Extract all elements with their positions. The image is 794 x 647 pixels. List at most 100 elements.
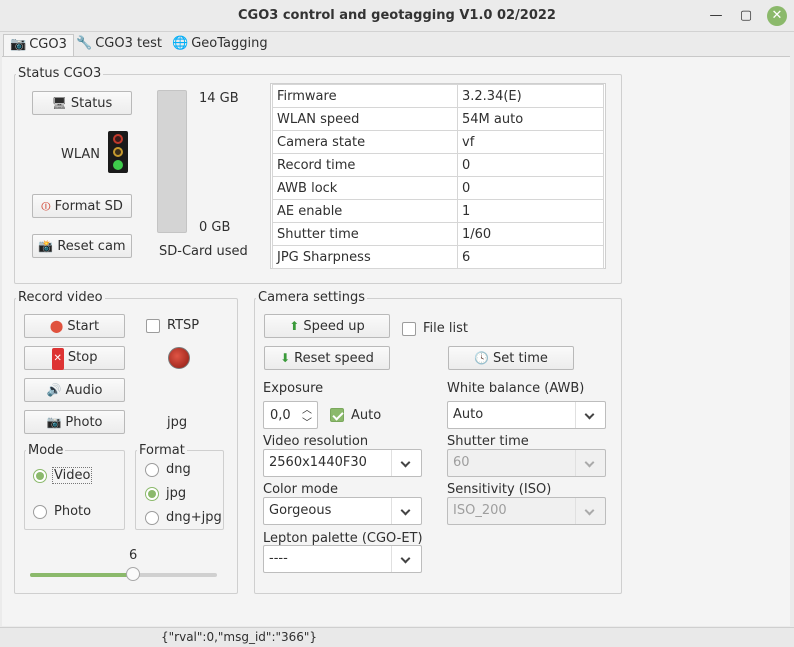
start-button[interactable]: ⬤ Start — [24, 314, 125, 338]
iso-select[interactable]: ISO_200 — [447, 497, 606, 525]
format-dngjpg-label: dng+jpg — [166, 510, 222, 525]
mode-video-radio[interactable] — [33, 469, 47, 483]
property-row: JPG Sharpness 6 — [272, 245, 604, 269]
tab-cgo3[interactable]: 📷 CGO3 — [3, 34, 74, 57]
camera-icon: 📷 — [10, 37, 27, 52]
white-balance-select[interactable]: Auto — [447, 401, 606, 429]
speed-up-button[interactable]: ⬆ Speed up — [264, 314, 390, 338]
shutter-time-value: 60 — [453, 455, 470, 470]
reset-cam-label: Reset cam — [57, 239, 126, 254]
chevron-down-icon — [575, 450, 605, 476]
window-title: CGO3 control and geotagging V1.0 02/2022 — [238, 8, 556, 23]
lepton-palette-select[interactable]: ---- — [263, 545, 422, 573]
mode-photo-label: Photo — [54, 504, 92, 519]
camera-icon: 📷 — [46, 415, 62, 429]
video-resolution-value: 2560x1440F30 — [269, 455, 367, 470]
status-button-label: Status — [70, 96, 113, 111]
status-button[interactable]: 🖥 Status — [32, 91, 132, 115]
property-value: 0 — [457, 153, 604, 177]
sd-usage-bar — [157, 90, 187, 233]
tab-geotagging[interactable]: 🌐 GeoTagging — [166, 34, 274, 57]
warning-icon: ⏼ — [41, 199, 51, 213]
video-resolution-select[interactable]: 2560x1440F30 — [263, 449, 422, 477]
rtsp-label: RTSP — [167, 318, 200, 333]
format-sd-label: Format SD — [54, 199, 123, 214]
chevron-down-icon — [391, 450, 421, 476]
audio-button[interactable]: 🔊 Audio — [24, 378, 125, 402]
minimize-button[interactable]: — — [706, 6, 726, 26]
rtsp-checkbox[interactable] — [146, 319, 160, 333]
iso-value: ISO_200 — [453, 503, 507, 518]
format-sd-button[interactable]: ⏼ Format SD — [32, 194, 132, 218]
chevron-down-icon — [391, 498, 421, 524]
property-key: WLAN speed — [272, 107, 458, 131]
property-value: 54M auto — [457, 107, 604, 131]
white-balance-label: White balance (AWB) — [447, 381, 585, 396]
exposure-value: 0,0 — [270, 408, 291, 423]
reset-cam-button[interactable]: 📸 Reset cam — [32, 234, 132, 258]
property-row: Firmware 3.2.34(E) — [272, 84, 604, 108]
arrow-down-icon: ⬇ — [280, 351, 291, 365]
sd-caption: SD-Card used — [159, 244, 248, 259]
exposure-label: Exposure — [263, 381, 324, 396]
property-value: 6 — [457, 245, 604, 269]
title-bar: CGO3 control and geotagging V1.0 02/2022… — [0, 0, 794, 32]
status-group-label: Status CGO3 — [16, 66, 104, 81]
property-key: AE enable — [272, 199, 458, 223]
format-dng-label: dng — [166, 462, 191, 477]
property-row: Shutter time 1/60 — [272, 222, 604, 246]
close-button[interactable]: ✕ — [767, 6, 787, 26]
set-time-button[interactable]: 🕓 Set time — [448, 346, 574, 370]
tab-label: CGO3 test — [95, 36, 162, 51]
property-key: AWB lock — [272, 176, 458, 200]
reset-speed-button[interactable]: ⬇ Reset speed — [264, 346, 390, 370]
lepton-palette-value: ---- — [269, 551, 288, 566]
color-mode-label: Color mode — [263, 482, 338, 497]
format-dng-radio[interactable] — [145, 463, 159, 477]
tab-label: CGO3 — [29, 37, 67, 52]
wlan-label: WLAN — [61, 147, 101, 162]
sharpness-slider[interactable] — [30, 567, 217, 581]
reset-speed-label: Reset speed — [294, 351, 374, 366]
auto-exposure-checkbox[interactable] — [330, 408, 344, 422]
format-label: Format — [137, 443, 187, 458]
stop-button[interactable]: ✕ Stop — [24, 346, 125, 370]
slider-fill — [30, 573, 133, 577]
property-value: 1/60 — [457, 222, 604, 246]
mode-video-label: Video — [52, 467, 93, 484]
maximize-button[interactable]: ▢ — [736, 6, 756, 26]
property-value: 3.2.34(E) — [457, 84, 604, 108]
format-jpg-label: jpg — [166, 486, 187, 501]
slider-handle[interactable] — [126, 567, 140, 581]
video-resolution-label: Video resolution — [263, 434, 369, 449]
photo-label: Photo — [65, 415, 103, 430]
mode-photo-radio[interactable] — [33, 505, 47, 519]
tab-cgo3-test[interactable]: 🔧 CGO3 test — [70, 34, 168, 57]
photo-format-display: jpg — [167, 415, 188, 430]
properties-table: Firmware 3.2.34(E) WLAN speed 54M auto Camer… — [272, 84, 604, 269]
spin-down-icon[interactable]: ﹀ — [302, 414, 312, 429]
exposure-spinbox[interactable]: 0,0 ︿ ﹀ — [263, 401, 318, 429]
photo-button[interactable]: 📷 Photo — [24, 410, 125, 434]
shutter-time-select[interactable]: 60 — [447, 449, 606, 477]
file-list-checkbox[interactable] — [402, 322, 416, 336]
iso-label: Sensitivity (ISO) — [447, 482, 552, 497]
format-jpg-radio[interactable] — [145, 487, 159, 501]
chevron-down-icon — [391, 546, 421, 572]
monitor-icon: 🖥 — [51, 96, 67, 110]
sd-capacity-label: 14 GB — [199, 91, 239, 106]
property-row: AWB lock 0 — [272, 176, 604, 200]
camera-settings-label: Camera settings — [256, 290, 367, 305]
speed-up-label: Speed up — [303, 319, 365, 334]
color-mode-select[interactable]: Gorgeous — [263, 497, 422, 525]
tools-icon: 🔧 — [76, 36, 93, 51]
tab-label: GeoTagging — [191, 36, 268, 51]
tab-bar: 📷 CGO3 🔧 CGO3 test 🌐 GeoTagging — [0, 33, 794, 57]
property-value: vf — [457, 130, 604, 154]
slider-value: 6 — [129, 548, 138, 563]
sd-zero-label: 0 GB — [199, 220, 231, 235]
format-dngjpg-radio[interactable] — [145, 511, 159, 525]
arrow-up-icon: ⬆ — [289, 319, 300, 333]
wlan-signal-light-icon — [108, 131, 128, 173]
property-key: Shutter time — [272, 222, 458, 246]
